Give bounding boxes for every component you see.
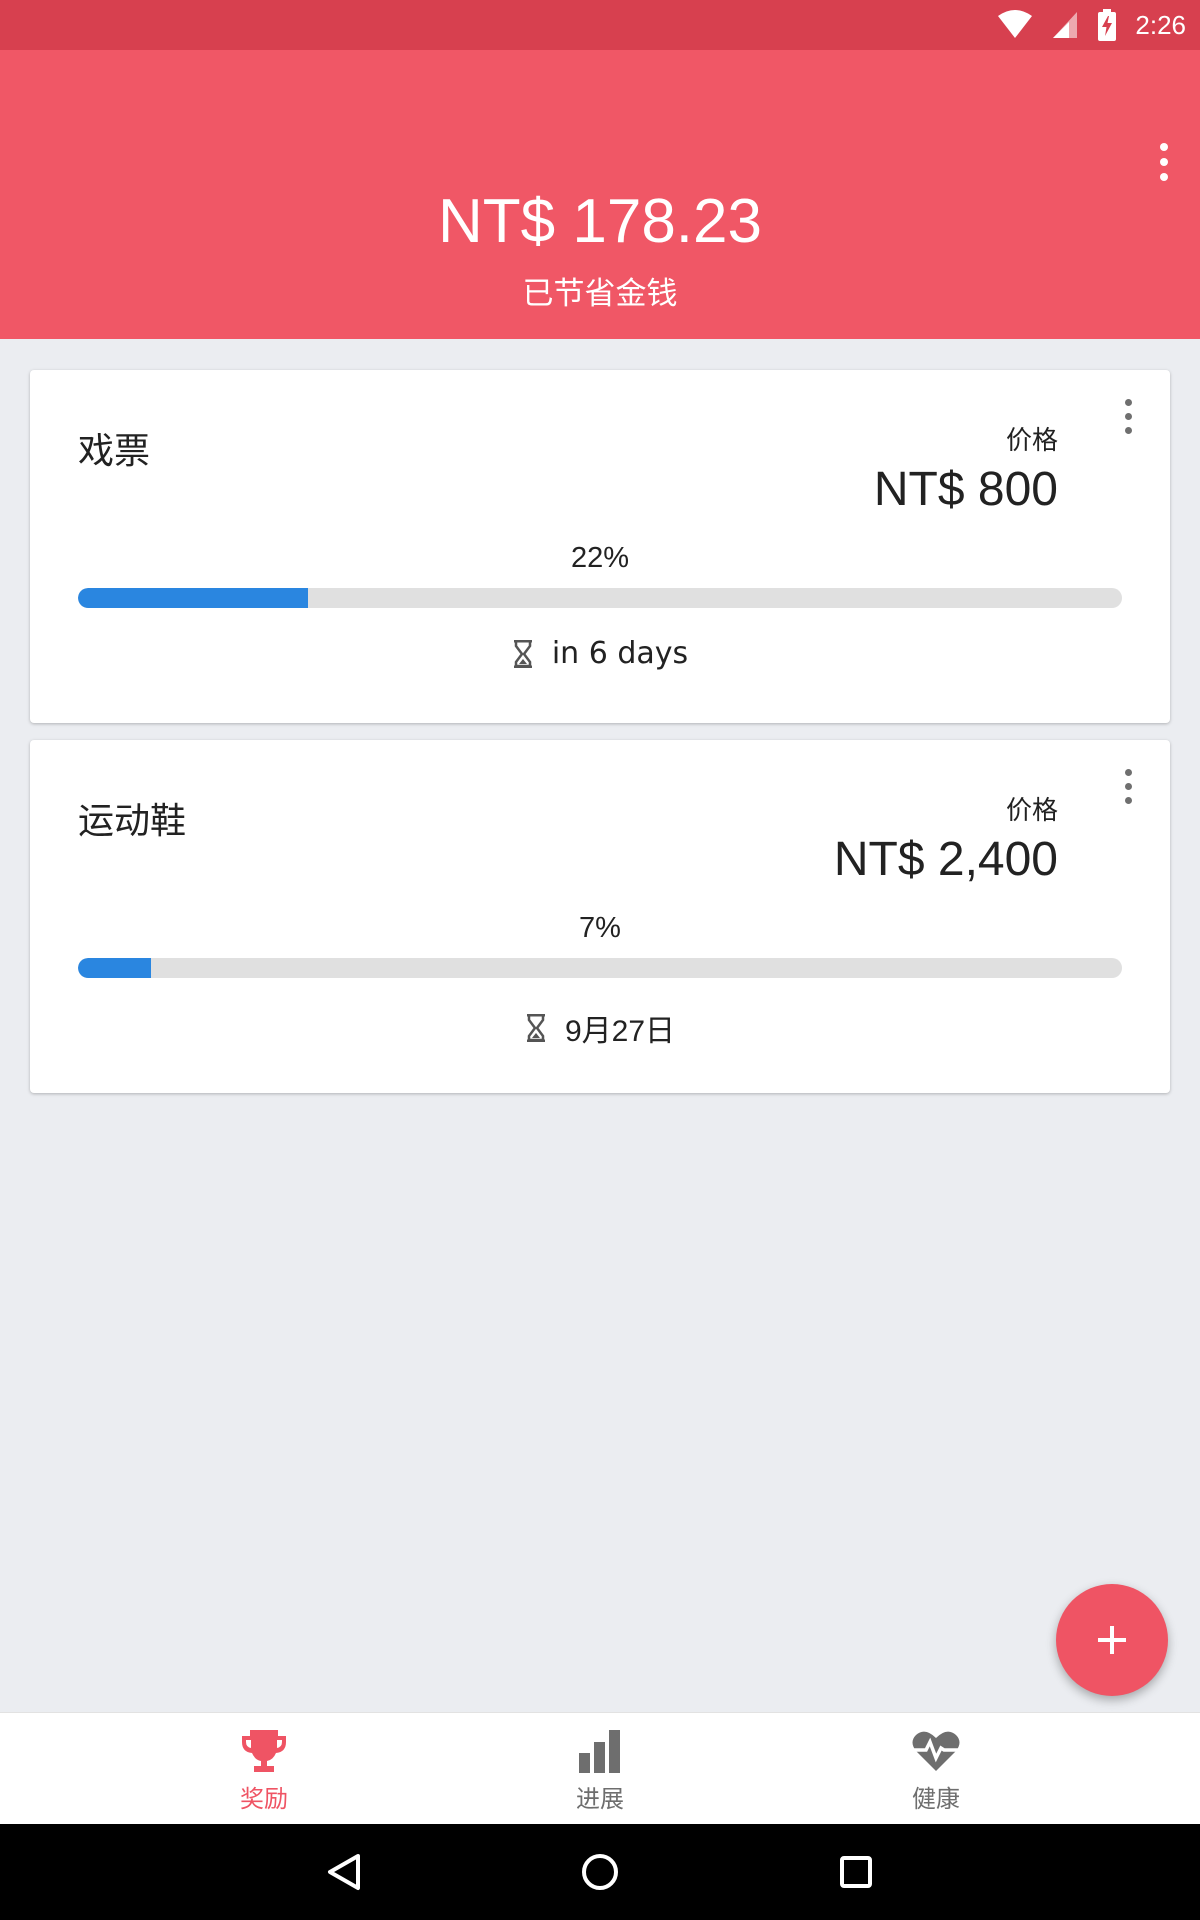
plus-icon	[1098, 1626, 1126, 1654]
nav-rewards[interactable]: 奖励	[164, 1713, 364, 1825]
battery-charging-icon	[1098, 9, 1117, 41]
progress-percent: 22%	[570, 542, 630, 574]
goal-title: 运动鞋	[78, 801, 187, 842]
cell-signal-icon	[1053, 12, 1078, 38]
eta-text: in 6 days	[551, 636, 689, 671]
progress-bar	[78, 588, 1122, 608]
savings-header: NT$ 178.23 已节省金钱	[0, 50, 1200, 339]
goal-title: 戏票	[78, 431, 151, 472]
wifi-icon	[998, 10, 1033, 38]
status-bar: 2:26	[0, 0, 1200, 50]
progress-percent: 7%	[579, 912, 621, 944]
goal-eta: in 6 days	[30, 636, 1170, 671]
heart-pulse-icon	[912, 1731, 960, 1771]
hourglass-icon	[526, 1014, 545, 1042]
home-button[interactable]	[572, 1844, 628, 1900]
nav-health[interactable]: 健康	[836, 1713, 1036, 1825]
add-goal-button[interactable]	[1056, 1584, 1168, 1696]
goal-eta: 9月27日	[30, 1006, 1170, 1050]
nav-label: 奖励	[240, 1785, 288, 1813]
recents-icon	[840, 1856, 872, 1888]
home-icon	[582, 1854, 618, 1890]
hourglass-icon	[513, 639, 532, 668]
nav-label: 进展	[576, 1785, 624, 1813]
progress-fill	[78, 588, 308, 608]
more-vert-icon[interactable]	[1108, 388, 1148, 444]
progress-bar	[78, 958, 1122, 978]
back-button[interactable]	[316, 1844, 372, 1900]
progress-fill	[78, 958, 152, 978]
trophy-icon	[242, 1730, 286, 1772]
bar-chart-icon	[579, 1730, 620, 1773]
recents-button[interactable]	[828, 1844, 884, 1900]
nav-label: 健康	[912, 1785, 960, 1813]
goal-price: NT$ 2,400	[833, 833, 1058, 886]
back-icon	[328, 1854, 360, 1890]
goal-card[interactable]: 戏票 价格 NT$ 800 22% in 6 days	[30, 370, 1170, 723]
saved-amount: NT$ 178.23	[438, 187, 762, 256]
goal-card[interactable]: 运动鞋 价格 NT$ 2,400 7% 9月27日	[30, 740, 1170, 1093]
system-navigation-bar	[0, 1824, 1200, 1920]
clock: 2:26	[1135, 9, 1186, 40]
saved-caption: 已节省金钱	[522, 276, 678, 312]
bottom-navigation: 奖励 进展 健康	[0, 1712, 1200, 1824]
price-label: 价格	[1005, 796, 1058, 826]
more-vert-icon[interactable]	[1144, 134, 1184, 190]
more-vert-icon[interactable]	[1108, 758, 1148, 814]
goal-price: NT$ 800	[873, 463, 1058, 516]
price-label: 价格	[1005, 426, 1058, 456]
eta-text: 9月27日	[564, 1015, 676, 1048]
nav-progress[interactable]: 进展	[500, 1713, 700, 1825]
